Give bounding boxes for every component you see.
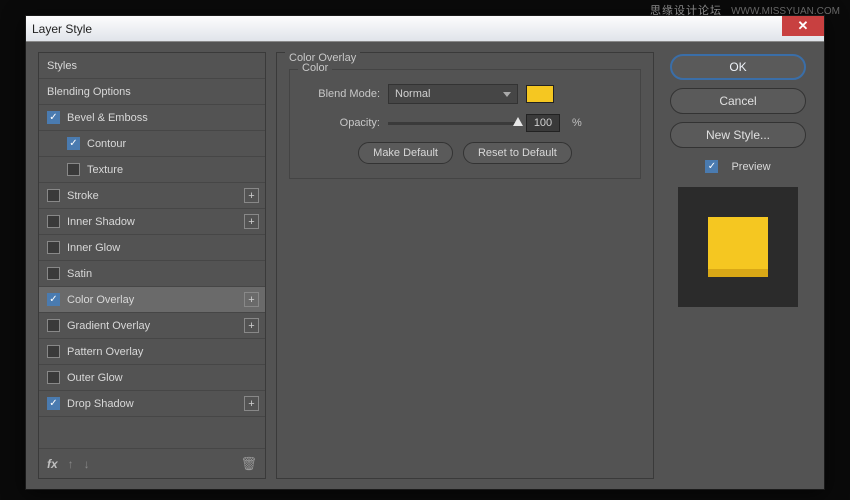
drop-shadow-add-button[interactable]: + <box>244 396 259 411</box>
texture-label: Texture <box>87 164 123 176</box>
color-overlay-label: Color Overlay <box>67 294 134 306</box>
drop-shadow-row[interactable]: Drop Shadow + <box>39 391 265 417</box>
styles-header[interactable]: Styles <box>39 53 265 79</box>
blend-mode-row: Blend Mode: Normal <box>302 84 628 104</box>
outer-glow-label: Outer Glow <box>67 372 123 384</box>
styles-panel: Styles Blending Options Bevel & Emboss C… <box>38 52 266 479</box>
inner-glow-row[interactable]: Inner Glow <box>39 235 265 261</box>
pattern-overlay-label: Pattern Overlay <box>67 346 143 358</box>
styles-footer: fx ↑ ↓ 🗑 <box>39 448 265 478</box>
arrow-up-icon[interactable]: ↑ <box>68 457 74 471</box>
opacity-label: Opacity: <box>302 117 380 129</box>
pattern-overlay-checkbox[interactable] <box>47 345 60 358</box>
bevel-label: Bevel & Emboss <box>67 112 148 124</box>
inner-shadow-label: Inner Shadow <box>67 216 135 228</box>
bevel-emboss-row[interactable]: Bevel & Emboss <box>39 105 265 131</box>
styles-header-label: Styles <box>47 60 77 72</box>
action-panel: OK Cancel New Style... Preview <box>664 52 812 479</box>
arrow-down-icon[interactable]: ↓ <box>84 457 90 471</box>
pattern-overlay-row[interactable]: Pattern Overlay <box>39 339 265 365</box>
preview-thumbnail <box>678 187 798 307</box>
overlay-color-swatch[interactable] <box>526 85 554 103</box>
make-default-label: Make Default <box>373 147 438 159</box>
fx-icon[interactable]: fx <box>47 457 58 471</box>
titlebar[interactable]: Layer Style ✕ <box>26 16 824 42</box>
contour-checkbox[interactable] <box>67 137 80 150</box>
gradient-overlay-add-button[interactable]: + <box>244 318 259 333</box>
slider-thumb-icon[interactable] <box>513 117 523 126</box>
preview-label: Preview <box>731 161 770 173</box>
blending-options-label: Blending Options <box>47 86 131 98</box>
reset-default-button[interactable]: Reset to Default <box>463 142 572 164</box>
contour-row[interactable]: Contour <box>39 131 265 157</box>
color-overlay-checkbox[interactable] <box>47 293 60 306</box>
color-group-title: Color <box>298 62 332 74</box>
opacity-input[interactable]: 100 <box>526 114 560 132</box>
watermark: 思缘设计论坛 WWW.MISSYUAN.COM <box>650 2 840 18</box>
preview-swatch-bottom <box>708 269 768 277</box>
contour-label: Contour <box>87 138 126 150</box>
ok-button[interactable]: OK <box>670 54 806 80</box>
inner-shadow-checkbox[interactable] <box>47 215 60 228</box>
close-icon: ✕ <box>798 18 809 34</box>
blend-mode-value: Normal <box>395 88 430 100</box>
settings-panel: Color Overlay Color Blend Mode: Normal O… <box>276 52 654 479</box>
watermark-cn: 思缘设计论坛 <box>650 5 722 17</box>
opacity-row: Opacity: 100 % <box>302 114 628 132</box>
satin-checkbox[interactable] <box>47 267 60 280</box>
close-button[interactable]: ✕ <box>782 16 824 36</box>
preview-swatch-top <box>708 217 768 269</box>
color-group: Color Blend Mode: Normal Opacity: 100 % <box>289 69 641 179</box>
cancel-label: Cancel <box>719 94 756 108</box>
drop-shadow-checkbox[interactable] <box>47 397 60 410</box>
stroke-row[interactable]: Stroke + <box>39 183 265 209</box>
stroke-label: Stroke <box>67 190 99 202</box>
reset-default-label: Reset to Default <box>478 147 557 159</box>
dialog-title: Layer Style <box>32 22 92 36</box>
inner-shadow-row[interactable]: Inner Shadow + <box>39 209 265 235</box>
blending-options-row[interactable]: Blending Options <box>39 79 265 105</box>
drop-shadow-label: Drop Shadow <box>67 398 134 410</box>
color-overlay-row[interactable]: Color Overlay + <box>39 287 265 313</box>
texture-checkbox[interactable] <box>67 163 80 176</box>
new-style-button[interactable]: New Style... <box>670 122 806 148</box>
blend-mode-dropdown[interactable]: Normal <box>388 84 518 104</box>
outer-glow-row[interactable]: Outer Glow <box>39 365 265 391</box>
inner-glow-label: Inner Glow <box>67 242 120 254</box>
satin-label: Satin <box>67 268 92 280</box>
opacity-unit: % <box>572 117 582 129</box>
watermark-url: WWW.MISSYUAN.COM <box>731 6 840 17</box>
bevel-checkbox[interactable] <box>47 111 60 124</box>
stroke-add-button[interactable]: + <box>244 188 259 203</box>
gradient-overlay-row[interactable]: Gradient Overlay + <box>39 313 265 339</box>
preview-swatch <box>708 217 768 277</box>
blend-mode-label: Blend Mode: <box>302 88 380 100</box>
satin-row[interactable]: Satin <box>39 261 265 287</box>
default-buttons-row: Make Default Reset to Default <box>302 142 628 164</box>
color-overlay-add-button[interactable]: + <box>244 292 259 307</box>
layer-style-dialog: Layer Style ✕ Styles Blending Options Be… <box>25 15 825 490</box>
opacity-slider[interactable] <box>388 122 518 125</box>
outer-glow-checkbox[interactable] <box>47 371 60 384</box>
make-default-button[interactable]: Make Default <box>358 142 453 164</box>
gradient-overlay-label: Gradient Overlay <box>67 320 150 332</box>
texture-row[interactable]: Texture <box>39 157 265 183</box>
gradient-overlay-checkbox[interactable] <box>47 319 60 332</box>
inner-glow-checkbox[interactable] <box>47 241 60 254</box>
cancel-button[interactable]: Cancel <box>670 88 806 114</box>
preview-toggle-row: Preview <box>705 160 770 173</box>
new-style-label: New Style... <box>706 128 770 142</box>
inner-shadow-add-button[interactable]: + <box>244 214 259 229</box>
stroke-checkbox[interactable] <box>47 189 60 202</box>
preview-checkbox[interactable] <box>705 160 718 173</box>
dialog-body: Styles Blending Options Bevel & Emboss C… <box>26 42 824 489</box>
ok-label: OK <box>729 60 746 74</box>
trash-icon[interactable]: 🗑 <box>240 456 257 472</box>
